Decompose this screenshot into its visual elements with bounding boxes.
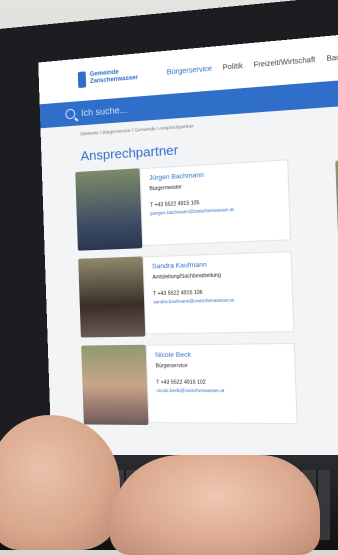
contact-card: Sandra Kaufmann Amtsleitung/Sachbearbeit… xyxy=(78,248,338,340)
contact-email[interactable]: sandra.kaufmann@zwischenwasser.at xyxy=(153,296,283,304)
nav-item-politik[interactable]: Politik xyxy=(223,62,243,71)
contact-name: Sandra Kaufmann xyxy=(152,261,207,271)
contact-list: Jürgen Bachmann Bürgermeister T +43 5522… xyxy=(42,154,338,429)
contact-photo xyxy=(81,344,149,426)
contact-email[interactable]: nicole.beck@zwischenwasser.at xyxy=(156,388,286,393)
contact-phone[interactable]: T +43 5522 4915 102 xyxy=(156,379,286,386)
contact-info: Nicole Beck Bürgerservice T +43 5522 491… xyxy=(145,342,298,425)
contact-info: Jürgen Bachmann Bürgermeister T +43 5522… xyxy=(139,159,292,247)
right-hand xyxy=(110,455,320,555)
site-logo[interactable]: Gemeinde Zwischenwasser xyxy=(77,67,139,89)
nav-item-freizeit[interactable]: Freizeit/Wirtschaft xyxy=(253,56,315,69)
search-placeholder: Ich suche... xyxy=(80,104,128,119)
main-nav: Bürgerservice Politik Freizeit/Wirtschaf… xyxy=(167,52,338,76)
logo-icon xyxy=(77,71,87,89)
contact-photo xyxy=(78,256,146,338)
nav-item-buergerservice[interactable]: Bürgerservice xyxy=(167,65,213,76)
contact-role: Bürgerservice xyxy=(155,362,188,370)
contact-name: Nicole Beck xyxy=(155,351,192,360)
search-icon xyxy=(65,108,76,120)
contact-role: Amtsleitung/Sachbearbeitung xyxy=(152,272,222,281)
contact-card: Nicole Beck Bürgerservice T +43 5522 491… xyxy=(81,342,338,429)
contact-info: Sandra Kaufmann Amtsleitung/Sachbearbeit… xyxy=(142,250,295,335)
laptop-screen: Gemeinde Zwischenwasser Bürgerservice Po… xyxy=(38,32,338,469)
logo-text: Gemeinde Zwischenwasser xyxy=(89,69,139,86)
contact-role: Bürgermeister xyxy=(149,184,183,193)
nav-item-baukultur[interactable]: Baukultu xyxy=(326,52,338,62)
contact-card: Jürgen Bachmann Bürgermeister T +43 5522… xyxy=(75,154,338,252)
contact-photo xyxy=(75,168,143,251)
